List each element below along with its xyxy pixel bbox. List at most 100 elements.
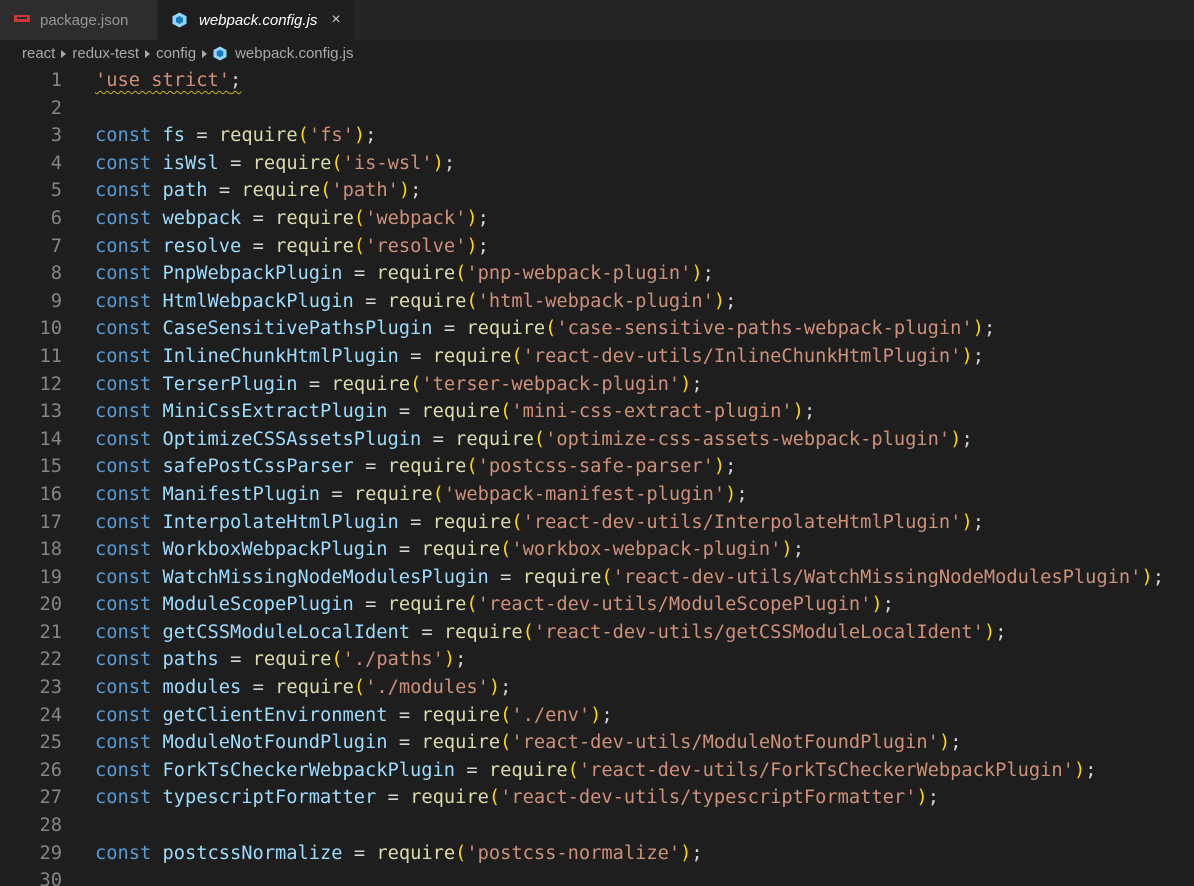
function-name: require bbox=[353, 483, 433, 505]
code-line: 24 const getClientEnvironment = require('… bbox=[0, 702, 1194, 730]
operator: = bbox=[387, 787, 399, 809]
bracket: ) bbox=[950, 428, 962, 450]
keyword: const bbox=[95, 290, 152, 312]
function-name: require bbox=[488, 759, 568, 781]
variable-name: getCSSModuleLocalIdent bbox=[162, 621, 411, 643]
code-editor[interactable]: package.json webpack.config.js × react r… bbox=[0, 0, 1194, 886]
punctuation: ; bbox=[725, 290, 737, 312]
punctuation: ; bbox=[927, 787, 939, 809]
line-number: 28 bbox=[39, 815, 62, 837]
function-name: require bbox=[252, 649, 332, 671]
code-area[interactable]: 1 'use strict'; 2 3 const fs = require('fs')… bbox=[0, 67, 1194, 886]
breadcrumb: react redux-test config webpack.config.j… bbox=[0, 40, 1194, 67]
code-line: 17 const InterpolateHtmlPlugin = require(… bbox=[0, 509, 1194, 537]
punctuation: ; bbox=[691, 373, 703, 395]
bracket: ( bbox=[488, 787, 501, 809]
bracket: ) bbox=[983, 621, 996, 643]
punctuation: ; bbox=[961, 428, 973, 450]
line-number: 11 bbox=[39, 345, 62, 367]
code-line: 4 const isWsl = require('is-wsl'); bbox=[0, 150, 1194, 178]
code-text: const webpack = require('webpack'); bbox=[95, 205, 489, 233]
variable-name: modules bbox=[162, 677, 242, 699]
keyword: const bbox=[95, 263, 152, 285]
variable-name: WorkboxWebpackPlugin bbox=[162, 539, 388, 561]
code-text: 'use strict'; bbox=[95, 67, 241, 95]
bracket: ) bbox=[725, 483, 737, 505]
function-name: require bbox=[275, 677, 354, 699]
punctuation: ; bbox=[691, 842, 703, 864]
code-line: 8 const PnpWebpackPlugin = require('pnp-w… bbox=[0, 260, 1194, 288]
line-number: 17 bbox=[39, 511, 62, 533]
line-number: 1 bbox=[50, 70, 62, 91]
operator: = bbox=[196, 125, 208, 147]
code-text: const PnpWebpackPlugin = require('pnp-we… bbox=[95, 260, 714, 288]
code-line: 10 const CaseSensitivePathsPlugin = requi… bbox=[0, 315, 1194, 343]
operator: = bbox=[308, 373, 321, 395]
keyword: const bbox=[95, 787, 152, 809]
punctuation: ; bbox=[803, 401, 816, 423]
code-line: 3 const fs = require('fs'); bbox=[0, 122, 1194, 150]
bracket: ) bbox=[432, 152, 444, 174]
function-name: require bbox=[410, 787, 489, 809]
keyword: const bbox=[95, 594, 152, 616]
operator: = bbox=[398, 401, 411, 423]
bracket: ) bbox=[466, 207, 478, 229]
bracket: ( bbox=[320, 180, 332, 202]
operator: = bbox=[230, 649, 242, 671]
operator: = bbox=[421, 621, 433, 643]
line-number: 8 bbox=[50, 263, 62, 285]
operator: = bbox=[353, 842, 366, 864]
code-text: const ModuleScopePlugin = require('react… bbox=[95, 591, 894, 619]
breadcrumb-item-file[interactable]: webpack.config.js bbox=[235, 45, 353, 62]
breadcrumb-item-react[interactable]: react bbox=[22, 45, 55, 62]
variable-name: ManifestPlugin bbox=[162, 483, 321, 505]
operator: = bbox=[252, 235, 264, 257]
code-text: const WorkboxWebpackPlugin = require('wo… bbox=[95, 536, 804, 564]
bracket: ) bbox=[713, 456, 726, 478]
punctuation: ; bbox=[230, 70, 242, 91]
tab-label: package.json bbox=[40, 11, 129, 29]
code-line: 27 const typescriptFormatter = require('r… bbox=[0, 784, 1194, 812]
code-text: const getClientEnvironment = require('./… bbox=[95, 702, 613, 730]
bracket: ) bbox=[1141, 566, 1153, 588]
punctuation: ; bbox=[972, 345, 984, 367]
string-literal: 'terser-webpack-plugin' bbox=[421, 373, 681, 395]
tab-webpack-config[interactable]: webpack.config.js × bbox=[158, 0, 354, 40]
keyword: const bbox=[95, 428, 152, 450]
line-number: 23 bbox=[39, 677, 62, 699]
keyword: const bbox=[95, 125, 152, 147]
punctuation: ; bbox=[365, 125, 377, 147]
string-literal: 'react-dev-utils/InlineChunkHtmlPlugin' bbox=[522, 345, 962, 367]
function-name: require bbox=[421, 401, 501, 423]
code-text: const fs = require('fs'); bbox=[95, 122, 376, 150]
variable-name: paths bbox=[162, 649, 219, 671]
string-literal: 'react-dev-utils/ModuleScopePlugin' bbox=[477, 594, 872, 616]
bracket: ( bbox=[331, 152, 343, 174]
string-literal: 'react-dev-utils/InterpolateHtmlPlugin' bbox=[522, 511, 962, 533]
function-name: require bbox=[432, 345, 512, 367]
breadcrumb-item-redux-test[interactable]: redux-test bbox=[72, 45, 139, 62]
keyword: const bbox=[95, 759, 152, 781]
punctuation: ; bbox=[455, 649, 467, 671]
function-name: require bbox=[432, 511, 512, 533]
variable-name: typescriptFormatter bbox=[162, 787, 377, 809]
code-line: 14 const OptimizeCSSAssetsPlugin = requir… bbox=[0, 426, 1194, 454]
line-number: 3 bbox=[50, 125, 62, 147]
breadcrumb-item-config[interactable]: config bbox=[156, 45, 196, 62]
function-name: require bbox=[252, 152, 332, 174]
operator: = bbox=[432, 428, 444, 450]
code-line: 11 const InlineChunkHtmlPlugin = require(… bbox=[0, 343, 1194, 371]
string-literal: './env' bbox=[511, 704, 591, 726]
tab-package-json[interactable]: package.json bbox=[0, 0, 158, 40]
function-name: require bbox=[331, 373, 411, 395]
close-tab-icon[interactable]: × bbox=[331, 11, 340, 29]
code-line: 19 const WatchMissingNodeModulesPlugin = … bbox=[0, 564, 1194, 592]
line-number: 14 bbox=[39, 428, 62, 450]
operator: = bbox=[365, 456, 377, 478]
bracket: ) bbox=[781, 539, 793, 561]
variable-name: isWsl bbox=[162, 152, 219, 174]
bracket: ( bbox=[455, 263, 467, 285]
variable-name: WatchMissingNodeModulesPlugin bbox=[162, 566, 489, 588]
variable-name: resolve bbox=[162, 235, 242, 257]
punctuation: ; bbox=[702, 263, 714, 285]
